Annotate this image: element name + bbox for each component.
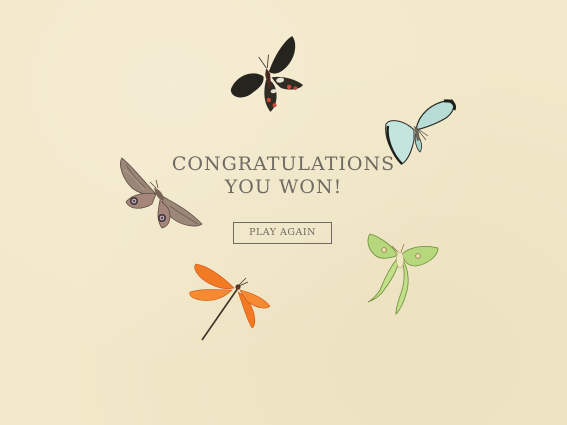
green-luna-moth-icon bbox=[367, 233, 439, 315]
you-won-heading: YOU WON! bbox=[224, 176, 343, 198]
play-again-button[interactable]: PLAY AGAIN bbox=[233, 222, 332, 244]
orange-dragonfly-icon bbox=[189, 263, 271, 341]
black-swallowtail-butterfly-icon bbox=[230, 36, 304, 112]
congratulations-heading: CONGRATULATIONS bbox=[171, 153, 396, 175]
pale-blue-butterfly-icon bbox=[385, 99, 456, 165]
brown-moth-icon bbox=[120, 157, 203, 229]
